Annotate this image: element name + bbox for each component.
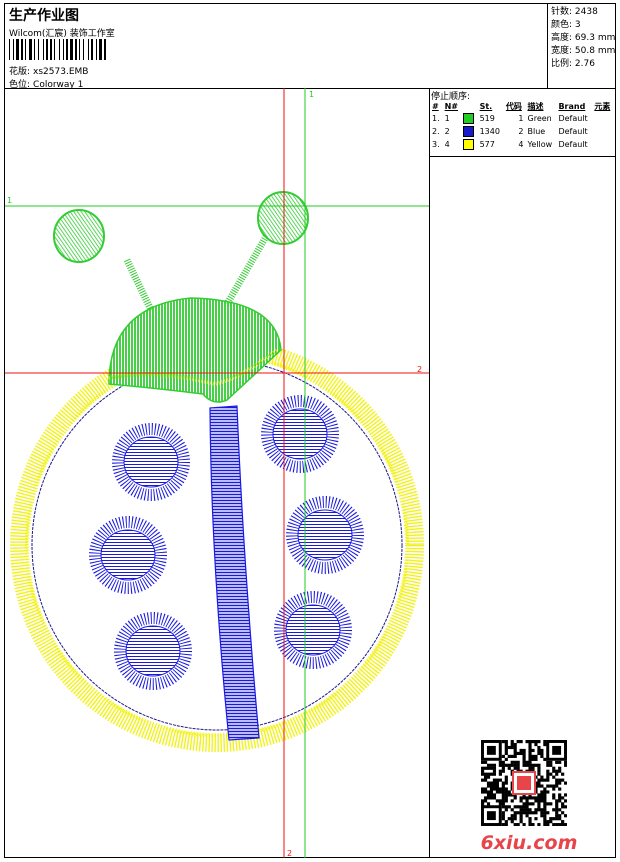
row-element (592, 138, 614, 151)
row-element (592, 112, 614, 125)
design-label: 花版: (9, 67, 31, 77)
stat-label: 颜色: (551, 20, 573, 30)
row-code: 2 (518, 127, 524, 136)
studio-name: Wilcom(汇宸) 装饰工作室 (9, 29, 115, 39)
row-element (592, 125, 614, 138)
row-code: 1 (518, 114, 524, 123)
row-needle: 2 (444, 127, 450, 136)
table-row[interactable]: 1. 1 519 1 Green Default (430, 112, 614, 125)
ladybug-embroidery: 1 1 2 2 (5, 88, 429, 858)
row-code: 4 (518, 140, 524, 149)
column-header: St. (479, 101, 493, 111)
qr-code-icon (481, 740, 567, 826)
panel-divider (429, 156, 615, 157)
stat-value: 69.3 mm (574, 33, 616, 43)
green-head (53, 191, 309, 403)
row-needle: 1 (444, 114, 450, 123)
color-swatch-icon (463, 139, 475, 150)
column-header: 代码 (505, 101, 522, 111)
color-swatch-icon (463, 113, 475, 124)
stat-scale: 比例: 2.76 (551, 58, 615, 71)
blue-body-stripe (209, 405, 260, 741)
stat-value: 2438 (574, 7, 598, 17)
table-row[interactable]: 3. 4 577 4 Yellow Default (430, 138, 614, 151)
stat-label: 比例: (551, 59, 573, 69)
guide-label-green-h: 1 (7, 196, 12, 205)
production-sheet: 生产作业图 Wilcom(汇宸) 装饰工作室 花版: xs2573.EMB 色位:… (4, 3, 616, 858)
stat-label: 宽度: (551, 46, 573, 56)
design-canvas: 1 1 2 2 (5, 88, 430, 858)
row-brand: Default (558, 114, 588, 123)
sheet-header: 生产作业图 Wilcom(汇宸) 装饰工作室 花版: xs2573.EMB 色位:… (5, 4, 615, 90)
row-stitches: 519 (479, 114, 495, 123)
column-header: # (432, 101, 439, 111)
stat-stitches: 针数: 2438 (551, 6, 615, 19)
color-swatch-icon (463, 126, 475, 137)
guide-label-green-v: 1 (309, 90, 314, 99)
row-index: 2. (432, 127, 440, 136)
row-description: Yellow (527, 140, 553, 149)
stats-panel: 针数: 2438 颜色: 3 高度: 69.3 mm 宽度: 50.8 mm 比… (547, 4, 615, 88)
row-needle: 4 (444, 140, 450, 149)
column-header: N# (444, 101, 458, 111)
stat-height: 高度: 69.3 mm (551, 32, 615, 45)
design-info: 花版: xs2573.EMB (9, 64, 88, 77)
row-index: 3. (432, 140, 440, 149)
stop-sequence-panel: 停止顺序: # N# St. 代码 描述 Brand 元素 1. 1 519 1… (429, 88, 615, 858)
stat-width: 宽度: 50.8 mm (551, 45, 615, 58)
column-header: 描述 (527, 101, 544, 111)
row-stitches: 577 (479, 140, 495, 149)
stat-value: 2.76 (574, 59, 595, 69)
row-description: Blue (527, 127, 546, 136)
guide-label-red-h: 2 (417, 365, 422, 374)
guide-label-red-v: 2 (287, 849, 292, 858)
table-header-row: # N# St. 代码 描述 Brand 元素 (430, 100, 614, 112)
row-description: Green (527, 114, 552, 123)
column-header: Brand (558, 101, 586, 111)
stat-label: 针数: (551, 7, 573, 17)
column-header (461, 100, 477, 112)
row-stitches: 1340 (479, 127, 500, 136)
stat-value: 3 (574, 20, 581, 30)
stop-sequence-table: # N# St. 代码 描述 Brand 元素 1. 1 519 1 Green… (430, 100, 614, 151)
sheet-title: 生产作业图 (9, 8, 79, 24)
row-index: 1. (432, 114, 440, 123)
watermark-text: 6xiu.com (481, 832, 578, 854)
design-file: xs2573.EMB (33, 67, 89, 77)
table-row[interactable]: 2. 2 1340 2 Blue Default (430, 125, 614, 138)
row-brand: Default (558, 140, 588, 149)
watermark-logo: 6xiu.com (481, 832, 578, 854)
stat-colors: 颜色: 3 (551, 19, 615, 32)
column-header: 元素 (594, 101, 611, 111)
stat-label: 高度: (551, 33, 573, 43)
row-brand: Default (558, 127, 588, 136)
stat-value: 50.8 mm (574, 46, 616, 56)
barcode-icon (9, 39, 106, 60)
